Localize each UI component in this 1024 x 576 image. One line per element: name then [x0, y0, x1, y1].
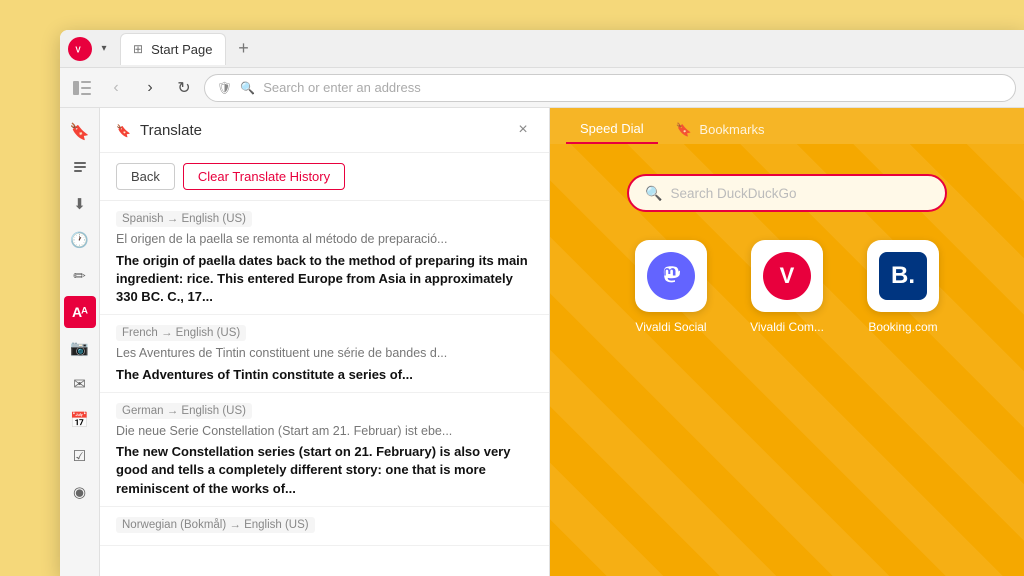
tab-bar: V ▾ ⊞ Start Page +	[60, 30, 1024, 68]
dial-item-vivaldi-social[interactable]: Vivaldi Social	[621, 240, 721, 334]
shield-icon: 🛡	[217, 81, 232, 95]
sidebar-icon-reading-list[interactable]	[64, 152, 96, 184]
sidebar-icon-calendar[interactable]: 📅	[64, 404, 96, 436]
panel-title-text: Translate	[140, 122, 202, 139]
history-translated-3: The new Constellation series (start on 2…	[116, 443, 533, 498]
dial-label-booking: Booking.com	[868, 320, 937, 334]
vivaldi-logo[interactable]: V	[68, 37, 92, 61]
sidebar-icon-tasks[interactable]: ☑	[64, 440, 96, 472]
clear-history-button[interactable]: Clear Translate History	[183, 163, 345, 190]
dial-item-vivaldi-com[interactable]: V Vivaldi Com...	[737, 240, 837, 334]
sidebar-toggle-button[interactable]	[68, 74, 96, 102]
main-content: 🔖 ⬇ 🕐 ✏ Aᴬ 📷 ✉ 📅 ☑ ◉ 🔖 Translate	[60, 108, 1024, 576]
sidebar-icon-downloads[interactable]: ⬇	[64, 188, 96, 220]
history-lang-3: German → English (US)	[116, 403, 252, 419]
browser-main: Speed Dial 🔖 Bookmarks 🔍 Search DuckDuck…	[550, 108, 1024, 576]
panel-actions: Back Clear Translate History	[100, 153, 549, 201]
speed-dial-bar: Speed Dial 🔖 Bookmarks	[550, 108, 1024, 144]
history-original-3: Die neue Serie Constellation (Start am 2…	[116, 423, 533, 441]
history-original-1: El origen de la paella se remonta al mét…	[116, 231, 533, 249]
booking-b-icon: B.	[879, 252, 927, 300]
history-lang-2: French → English (US)	[116, 325, 246, 341]
history-item-4[interactable]: Norwegian (Bokmål) → English (US)	[100, 507, 549, 546]
sidebar-icon-notes[interactable]: ✏	[64, 260, 96, 292]
history-item-2[interactable]: French → English (US) Les Aventures de T…	[100, 315, 549, 393]
dial-icon-vivaldi-com: V	[751, 240, 823, 312]
speed-dial-grid: Vivaldi Social V Vivaldi Com... B. Booki…	[621, 240, 953, 334]
search-placeholder: Search DuckDuckGo	[670, 186, 796, 201]
history-list: Spanish → English (US) El origen de la p…	[100, 201, 549, 576]
panel-title: 🔖 Translate	[116, 122, 202, 139]
history-translated-1: The origin of paella dates back to the m…	[116, 252, 533, 307]
sidebar-icon-mail[interactable]: ✉	[64, 368, 96, 400]
sidebar-icon-translate[interactable]: Aᴬ	[64, 296, 96, 328]
tab-dropdown[interactable]: ▾	[96, 41, 112, 57]
dial-label-vivaldi-social: Vivaldi Social	[635, 320, 706, 334]
tab-page-icon: ⊞	[133, 42, 143, 56]
sidebar-icon-bookmarks[interactable]: 🔖	[64, 116, 96, 148]
nav-bar: ‹ › ↻ 🛡 🔍 Search or enter an address	[60, 68, 1024, 108]
mastodon-icon	[647, 252, 695, 300]
bookmarks-tab[interactable]: 🔖 Bookmarks	[662, 116, 779, 144]
back-nav-button[interactable]: ‹	[102, 74, 130, 102]
history-translated-2: The Adventures of Tintin constitute a se…	[116, 366, 533, 384]
sidebar-icon-history[interactable]: 🕐	[64, 224, 96, 256]
history-lang-1: Spanish → English (US)	[116, 211, 252, 227]
search-box[interactable]: 🔍 Search DuckDuckGo	[627, 174, 947, 212]
translate-panel: 🔖 Translate × Back Clear Translate Histo…	[100, 108, 550, 576]
vivaldi-v-icon: V	[763, 252, 811, 300]
sidebar-icon-feeds[interactable]: ◉	[64, 476, 96, 508]
dial-label-vivaldi-com: Vivaldi Com...	[750, 320, 824, 334]
start-page: 🔍 Search DuckDuckGo Vivaldi Social	[550, 144, 1024, 576]
dial-icon-vivaldi-social	[635, 240, 707, 312]
browser-window: V ▾ ⊞ Start Page + ‹ › ↻ 🛡 🔍 Search or e…	[60, 30, 1024, 576]
address-bar[interactable]: 🛡 🔍 Search or enter an address	[204, 74, 1016, 102]
speed-dial-tab[interactable]: Speed Dial	[566, 115, 658, 144]
history-item-1[interactable]: Spanish → English (US) El origen de la p…	[100, 201, 549, 315]
reload-button[interactable]: ↻	[170, 74, 198, 102]
new-tab-button[interactable]: +	[230, 35, 258, 63]
search-magnifier-icon: 🔍	[645, 185, 662, 202]
translate-icon: 🔖	[116, 122, 132, 138]
address-placeholder: Search or enter an address	[263, 80, 421, 95]
sidebar-icons: 🔖 ⬇ 🕐 ✏ Aᴬ 📷 ✉ 📅 ☑ ◉	[60, 108, 100, 576]
back-button[interactable]: Back	[116, 163, 175, 190]
sidebar-icon-captures[interactable]: 📷	[64, 332, 96, 364]
panel-close-button[interactable]: ×	[513, 120, 533, 140]
history-item-3[interactable]: German → English (US) Die neue Serie Con…	[100, 393, 549, 507]
active-tab[interactable]: ⊞ Start Page	[120, 33, 226, 65]
svg-text:V: V	[75, 45, 81, 54]
history-original-2: Les Aventures de Tintin constituent une …	[116, 345, 533, 363]
dial-item-booking[interactable]: B. Booking.com	[853, 240, 953, 334]
dial-icon-booking: B.	[867, 240, 939, 312]
bookmarks-tab-label: Bookmarks	[699, 122, 764, 137]
panel-header: 🔖 Translate ×	[100, 108, 549, 153]
tab-label: Start Page	[151, 42, 212, 57]
search-icon: 🔍	[240, 81, 255, 95]
bookmark-tab-icon: 🔖	[676, 122, 692, 137]
history-lang-4: Norwegian (Bokmål) → English (US)	[116, 517, 315, 533]
svg-text:🔖: 🔖	[116, 124, 131, 138]
forward-nav-button[interactable]: ›	[136, 74, 164, 102]
